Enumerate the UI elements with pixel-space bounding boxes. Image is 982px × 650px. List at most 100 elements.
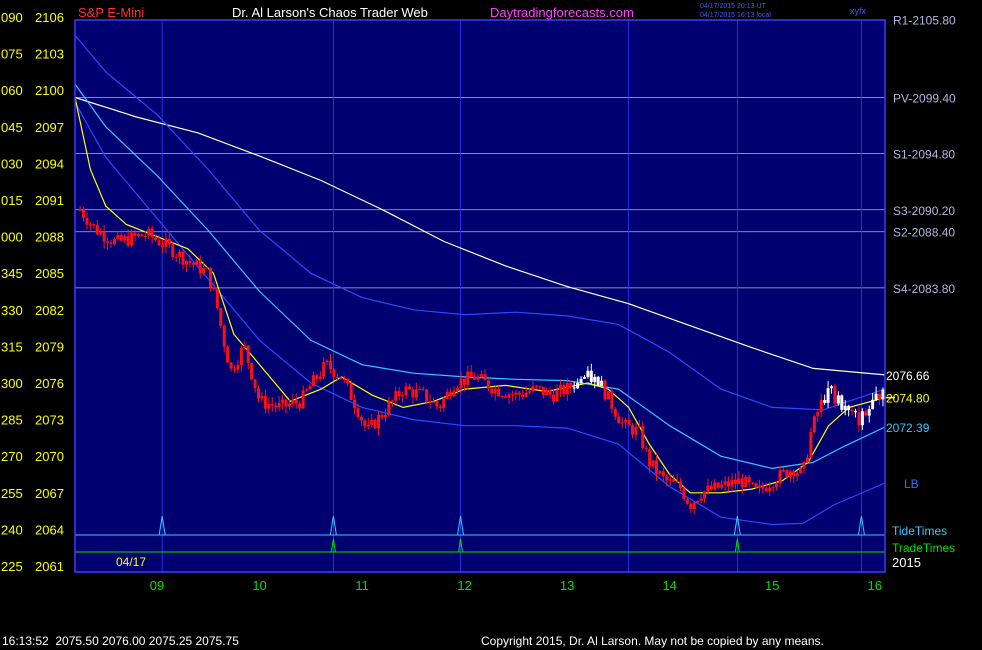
candle-body (284, 399, 288, 407)
candle-body (164, 238, 168, 247)
candle-body (171, 244, 175, 258)
candle-body (421, 388, 425, 390)
time-tick-label: 10 (252, 578, 266, 593)
candle-body (380, 414, 384, 418)
candle-body (703, 491, 707, 499)
candle-body (253, 379, 257, 389)
time-tick-label: 11 (355, 578, 369, 593)
price-tick-label: 2076 (35, 376, 64, 391)
angle-tick-label: 030 (1, 156, 23, 171)
candle-body (593, 376, 597, 383)
candle-body (871, 399, 875, 410)
candle-body (466, 371, 470, 385)
level-label: S4-2083.80 (893, 282, 955, 296)
candle-body (305, 389, 309, 391)
candle-body (490, 388, 494, 394)
candle-body (768, 487, 772, 492)
angle-tick-label: 060 (1, 83, 23, 98)
candle-body (596, 376, 600, 386)
site-link[interactable]: Daytradingforecasts.com (490, 5, 634, 20)
candle-body (377, 414, 381, 429)
angle-tick-label: 240 (1, 522, 23, 537)
candle-body (713, 482, 717, 490)
price-tick-label: 2067 (35, 486, 64, 501)
candle-body (648, 449, 652, 467)
candle-body (493, 388, 497, 394)
candle-body (476, 376, 480, 380)
candle-body (119, 235, 123, 241)
candle-body (668, 479, 672, 481)
candle-body (133, 232, 137, 236)
candle-body (298, 403, 302, 409)
candle-body (325, 360, 329, 363)
candle-body (157, 240, 161, 246)
candle-body (140, 234, 144, 237)
candle-body (339, 377, 343, 379)
candle-body (462, 378, 466, 385)
candle-body (679, 481, 683, 489)
candle-body (315, 375, 319, 379)
candle-body (191, 262, 195, 265)
candle-body (754, 483, 758, 488)
candle-body (277, 402, 281, 408)
candle-body (147, 228, 151, 236)
candle-body (792, 471, 796, 477)
candle-body (95, 224, 99, 235)
candle-body (174, 256, 178, 258)
candle-body (160, 245, 164, 247)
chart-screen: R1-2105.80 PV-2099.40 S1-2094.80 S3-2090.20… (0, 0, 982, 650)
candle-body (102, 231, 106, 242)
candle-body (757, 485, 761, 488)
candle-body (569, 383, 573, 388)
candle-body (335, 376, 339, 378)
candle-body (548, 389, 552, 395)
candle-body (799, 467, 803, 474)
candle-body (823, 399, 827, 403)
copyright-notice: Copyright 2015, Dr. Al Larson. May not b… (481, 634, 824, 648)
time-tick-label: 15 (765, 578, 779, 593)
candle-body (816, 412, 820, 417)
candle-body (658, 471, 662, 474)
angle-tick-label: 015 (1, 193, 23, 208)
price-tick-label: 2094 (35, 156, 64, 171)
candle-body (243, 345, 247, 349)
candle-body (555, 390, 559, 402)
angle-tick-label: 300 (1, 376, 23, 391)
timestamp-ut: 04/17/2015 20:13 UT (700, 3, 766, 10)
level-label: S1-2094.80 (893, 148, 955, 162)
price-tick-label: 2079 (35, 339, 64, 354)
level-label: PV-2099.40 (893, 92, 956, 106)
candle-body (572, 387, 576, 389)
series-end-label: 2074.80 (886, 392, 930, 406)
price-tick-label: 2061 (35, 559, 64, 574)
candle-body (613, 408, 617, 417)
price-tick-label: 2073 (35, 413, 64, 428)
time-tick-label: 13 (560, 578, 574, 593)
candle-body (740, 478, 744, 488)
trade-times-label: TradeTimes (892, 541, 955, 555)
candle-body (356, 408, 360, 417)
status-line: 16:13:52 2075.50 2076.00 2075.25 2075.75 (2, 634, 239, 648)
candle-body (226, 346, 230, 363)
candle-body (675, 481, 679, 483)
candle-body (744, 476, 748, 488)
candle-body (802, 462, 806, 468)
candle-body (531, 386, 535, 392)
price-chart: R1-2105.80 PV-2099.40 S1-2094.80 S3-2090.20… (1, 3, 956, 593)
candle-body (246, 345, 250, 363)
candle-body (181, 251, 185, 265)
price-tick-label: 2064 (35, 522, 64, 537)
candle-body (881, 389, 885, 400)
candle-body (480, 374, 484, 377)
candle-body (576, 383, 580, 389)
candle-body (579, 378, 583, 384)
candle-body (764, 488, 768, 492)
candle-body (178, 251, 182, 257)
candle-body (630, 425, 634, 435)
candle-body (126, 236, 130, 246)
candle-body (826, 388, 830, 403)
candle-body (641, 426, 645, 449)
candle-body (188, 260, 192, 263)
level-label: S2-2088.40 (893, 226, 955, 240)
candle-body (195, 260, 199, 265)
